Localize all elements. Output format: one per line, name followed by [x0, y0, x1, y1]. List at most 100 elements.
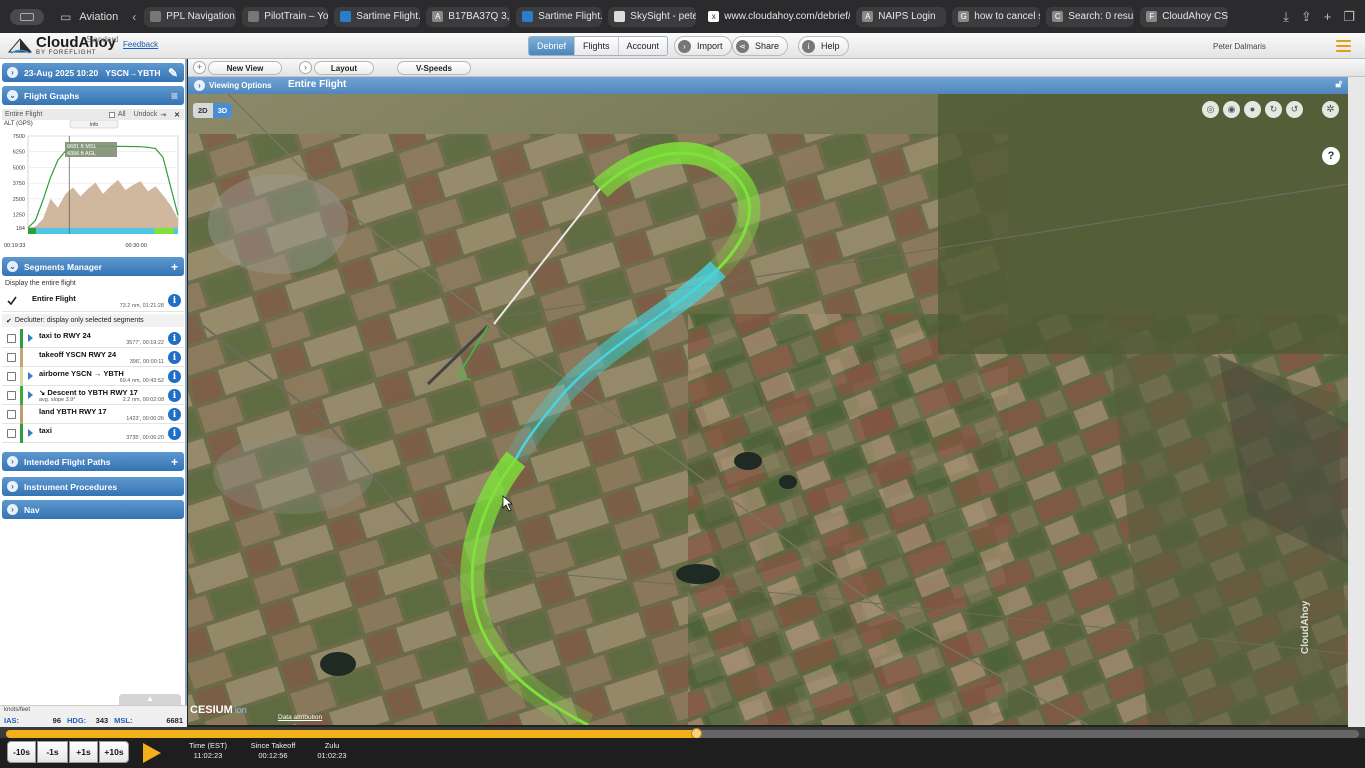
tab-overview-button[interactable]: [10, 8, 44, 25]
browser-tab[interactable]: PilotTrain – You...: [242, 6, 329, 27]
info-icon[interactable]: i: [168, 294, 181, 307]
browser-tab[interactable]: A B17BA37Q 3,5...: [426, 6, 511, 27]
menu-icon[interactable]: [1336, 40, 1351, 52]
sidebar-icon[interactable]: ▭: [60, 10, 71, 24]
browser-tab[interactable]: PPL Navigation...: [144, 6, 237, 27]
nav-flights[interactable]: Flights: [574, 37, 618, 55]
mode-3d-button[interactable]: 3D: [212, 103, 233, 118]
back-10s-button[interactable]: -10s: [7, 741, 36, 763]
forward-10s-button[interactable]: +10s: [99, 741, 129, 763]
satellite-map-3d[interactable]: 2D 3D ◎ ◉ ● ↻ ↺ ✲ ? CESIUM ion Data attr…: [188, 94, 1348, 725]
close-icon[interactable]: ✕: [174, 111, 180, 119]
info-icon[interactable]: i: [168, 408, 181, 421]
unlock-icon[interactable]: 🔓︎: [1336, 79, 1342, 90]
flight-bar[interactable]: › 23-Aug 2025 10:20 YSCN→YBTH ✎: [2, 63, 184, 82]
segment-play-icon[interactable]: [28, 372, 33, 380]
back-icon[interactable]: ‹: [132, 10, 136, 24]
nav-account[interactable]: Account: [617, 37, 668, 55]
expand-panel-handle[interactable]: ▲: [119, 694, 181, 705]
entire-flight-checkbox[interactable]: [7, 296, 17, 306]
segment-play-icon[interactable]: [28, 391, 33, 399]
feedback-link[interactable]: Feedback: [123, 40, 158, 49]
nav-bar[interactable]: › Nav: [2, 500, 184, 519]
segment-play-icon[interactable]: [28, 429, 33, 437]
eye-icon[interactable]: ◉: [1223, 101, 1240, 118]
info-icon[interactable]: i: [168, 427, 181, 440]
list-menu-icon[interactable]: ≡: [171, 89, 178, 103]
declutter-check-icon[interactable]: ✔: [6, 317, 12, 325]
browser-tab[interactable]: F CloudAhoy CS...: [1140, 6, 1229, 27]
altitude-graph[interactable]: ALT (GPS) 184 1250 2500 3750 5000 6250 7500 6681…: [2, 119, 184, 250]
segment-checkbox[interactable]: [7, 353, 16, 362]
download-icon[interactable]: ⤓: [1283, 9, 1289, 25]
camera-icon[interactable]: ◎: [1202, 101, 1219, 118]
cloudahoy-logo[interactable]: CloudAhoy BY FOREFLIGHT Standard: [7, 35, 118, 56]
viewing-options-button[interactable]: Viewing Options: [209, 81, 272, 90]
time-end-label: 00:30:00: [126, 243, 147, 249]
browser-tab[interactable]: Ghow to cancel s...: [952, 6, 1041, 27]
instrument-procedures-bar[interactable]: › Instrument Procedures: [2, 477, 184, 496]
chevron-right-icon[interactable]: ›: [299, 61, 312, 74]
segments-title: Segments Manager: [24, 261, 102, 272]
vspeeds-button[interactable]: V-Speeds: [397, 61, 471, 75]
segment-row[interactable]: ↘ Descent to YBTH RWY 17 avg. slope 3.9° 2…: [2, 386, 184, 405]
layout-button[interactable]: Layout: [314, 61, 374, 75]
segment-play-icon[interactable]: [28, 334, 33, 342]
browser-tab[interactable]: Sartime Flight...: [334, 6, 421, 27]
timeline-track[interactable]: [6, 728, 1359, 739]
data-attribution-link[interactable]: Data attribution: [278, 714, 322, 721]
nav-debrief[interactable]: Debrief: [529, 37, 575, 55]
back-1s-button[interactable]: -1s: [37, 741, 68, 763]
tab-group-label[interactable]: Aviation: [79, 11, 118, 23]
rotate-icon[interactable]: ↻: [1265, 101, 1282, 118]
add-icon[interactable]: +: [171, 455, 178, 469]
info-icon[interactable]: i: [168, 389, 181, 402]
all-checkbox[interactable]: [108, 111, 115, 118]
browser-tab[interactable]: C Search: 0 resul...: [1046, 6, 1135, 27]
add-segment-icon[interactable]: +: [171, 260, 178, 274]
globe-icon[interactable]: ✲: [1322, 101, 1339, 118]
entire-flight-row[interactable]: Entire Flight 73.2 nm, 01:21:28 i: [2, 290, 184, 312]
mode-2d-button[interactable]: 2D: [193, 103, 213, 118]
forward-1s-button[interactable]: +1s: [69, 741, 98, 763]
new-tab-icon[interactable]: +: [1324, 9, 1332, 25]
flight-graphs-bar[interactable]: ⌄ Flight Graphs ≡: [2, 86, 184, 105]
segment-checkbox[interactable]: [7, 410, 16, 419]
browser-tab[interactable]: SkySight - pete...: [608, 6, 697, 27]
import-button[interactable]: › Import: [674, 36, 732, 56]
segment-checkbox[interactable]: [7, 372, 16, 381]
undock-button[interactable]: Undock: [134, 111, 158, 118]
info-icon[interactable]: i: [168, 370, 181, 383]
segment-row[interactable]: taxi to RWY 24 3577', 00:19:22 i: [2, 329, 184, 348]
browser-tab[interactable]: A NAIPS Login: [856, 6, 947, 27]
info-icon[interactable]: i: [168, 332, 181, 345]
target-icon[interactable]: ●: [1244, 101, 1261, 118]
new-view-button[interactable]: New View: [208, 61, 282, 75]
browser-tab-active[interactable]: x www.cloudahoy.com/debrief/: [702, 6, 851, 27]
tabs-icon[interactable]: ❐: [1343, 9, 1355, 25]
segment-checkbox[interactable]: [7, 334, 16, 343]
help-button[interactable]: i Help: [798, 36, 849, 56]
play-icon[interactable]: [143, 743, 161, 763]
info-icon[interactable]: i: [168, 351, 181, 364]
share-icon[interactable]: ⇪: [1301, 9, 1312, 25]
segments-manager-bar[interactable]: ⌄ Segments Manager +: [2, 257, 184, 276]
intended-flight-paths-bar[interactable]: › Intended Flight Paths +: [2, 452, 184, 471]
segment-checkbox[interactable]: [7, 391, 16, 400]
declutter-row[interactable]: ✔ Declutter: display only selected segme…: [2, 314, 184, 327]
segment-checkbox[interactable]: [7, 429, 16, 438]
segment-row[interactable]: takeoff YSCN RWY 24 396', 00:00:11 i: [2, 348, 184, 367]
segment-row[interactable]: land YBTH RWY 17 1423', 00:00:26 i: [2, 405, 184, 424]
browser-tab[interactable]: Sartime Flight...: [516, 6, 603, 27]
chevron-right-icon[interactable]: ›: [194, 80, 205, 91]
cesium-logo[interactable]: CESIUM ion: [190, 704, 247, 716]
segment-row[interactable]: airborne YSCN → YBTH 69.4 nm, 00:43:52 i: [2, 367, 184, 386]
add-view-icon[interactable]: +: [193, 61, 206, 74]
reset-icon[interactable]: ↺: [1286, 101, 1303, 118]
undock-icon[interactable]: ⇥: [160, 111, 166, 119]
map-help-button[interactable]: ?: [1322, 147, 1340, 165]
share-button[interactable]: ⋖ Share: [732, 36, 789, 56]
user-name[interactable]: Peter Dalmaris: [1213, 42, 1266, 51]
edit-icon[interactable]: ✎: [168, 66, 178, 80]
segment-row[interactable]: taxi 3735', 00:06:20 i: [2, 424, 184, 443]
